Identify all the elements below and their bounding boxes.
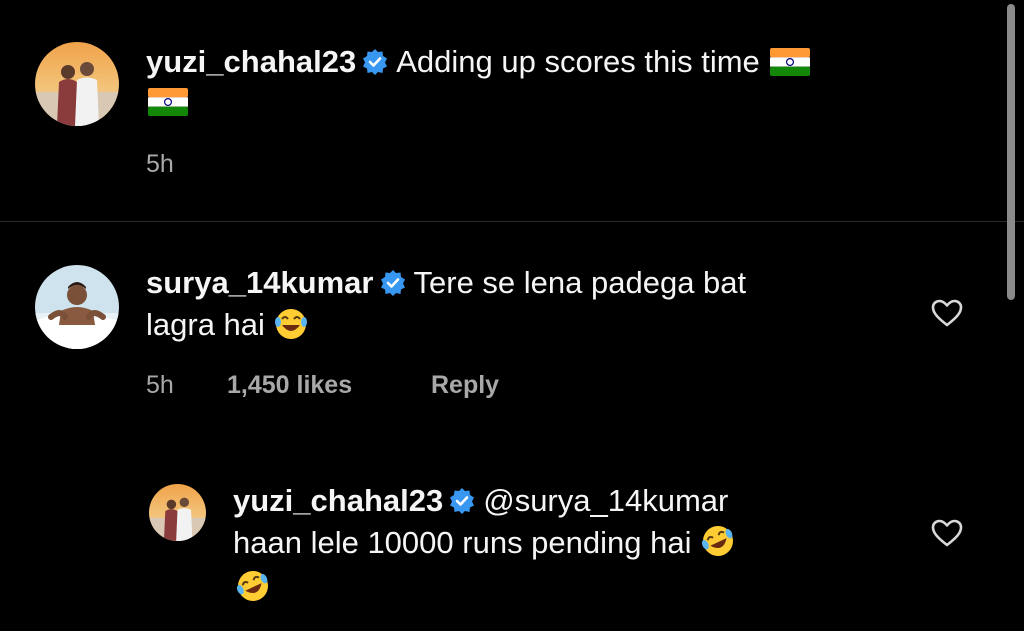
reply-text: haan lele 10000 runs pending hai [233,525,692,560]
comment-text: Tere se lena padega bat [413,265,747,300]
reply-username[interactable]: yuzi_chahal23 [233,483,443,518]
reply-line-2: haan lele 10000 runs pending hai [233,522,736,570]
comment-username[interactable]: surya_14kumar [146,265,374,300]
heart-icon[interactable] [930,298,964,333]
comment-line-2: lagra hai [146,304,309,352]
reply-author-avatar[interactable] [149,484,206,541]
post-timestamp: 5h [146,150,174,178]
comment-text-continued: lagra hai [146,307,265,342]
reply-line-1: yuzi_chahal23 @surya_14kumar [233,480,728,525]
comment-author-avatar[interactable] [35,265,119,349]
laughing-emoji-icon [273,307,309,352]
comment-likes[interactable]: 1,450 likes [227,371,352,400]
comment-line-1: surya_14kumar Tere se lena padega bat [146,262,746,307]
post-caption-text: Adding up scores this time [396,44,760,79]
verified-badge-icon [380,265,406,307]
post-caption: yuzi_chahal23 Adding up scores this time [146,41,810,87]
post-author-avatar[interactable] [35,42,119,126]
heart-icon[interactable] [930,518,964,553]
post-username[interactable]: yuzi_chahal23 [146,44,356,79]
scrollbar[interactable] [1007,4,1015,300]
india-flag-icon [769,45,810,87]
reply-mention[interactable]: @surya_14kumar [483,483,728,518]
reply-button[interactable]: Reply [431,371,499,400]
comment-timestamp: 5h [146,371,174,399]
section-divider [0,221,1024,222]
laughing-emoji-icon [700,523,736,570]
india-flag-icon [148,88,188,121]
verified-badge-icon [362,44,388,86]
verified-badge-icon [449,483,475,525]
laughing-emoji-icon [235,568,271,609]
